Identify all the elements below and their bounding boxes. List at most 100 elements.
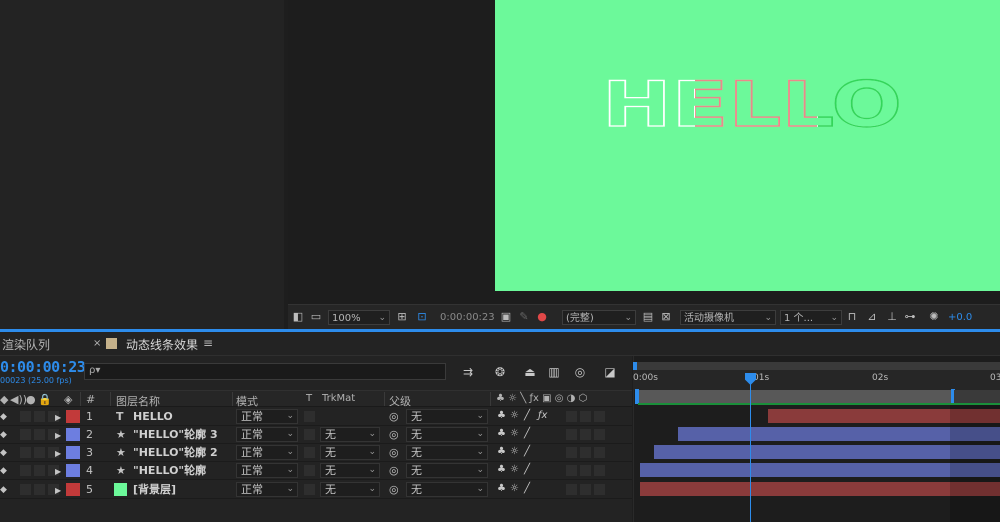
time-ruler[interactable] — [633, 370, 1000, 390]
collapse-switch-icon[interactable]: ☼ — [510, 483, 519, 494]
solo-toggle[interactable] — [34, 484, 45, 495]
pickwhip-icon[interactable]: ◎ — [389, 464, 399, 478]
work-area-bar[interactable] — [638, 390, 954, 403]
layer-bar-3[interactable] — [654, 445, 1000, 459]
reset-exposure-icon[interactable]: ⊥ — [886, 311, 898, 323]
layer-row[interactable]: ◆ ▶ 2 ★ "HELLO"轮廓 3 正常 ⌄ 无 ⌄ ◎ 无 ⌄ ♣ ☼ ╱ — [0, 426, 632, 444]
motion-blur-toggle[interactable] — [580, 447, 591, 458]
trkmat-dropdown[interactable]: 无 ⌄ — [320, 463, 380, 478]
expand-arrow-icon[interactable]: ▶ — [55, 465, 61, 479]
composition-canvas[interactable] — [495, 0, 1000, 291]
frame-blending-icon[interactable]: ▥ — [546, 365, 562, 379]
trkmat-dropdown[interactable]: 无 ⌄ — [320, 445, 380, 460]
tab-menu-icon[interactable]: ≡ — [203, 336, 213, 350]
adjustment-toggle[interactable] — [594, 429, 605, 440]
parent-dropdown[interactable]: 无 ⌄ — [406, 409, 488, 424]
preserve-transparency-toggle[interactable] — [304, 484, 315, 495]
toggle-pixel-aspect-icon[interactable]: ⊓ — [846, 311, 858, 323]
layer-color-label[interactable] — [66, 483, 80, 496]
shy-switch-icon[interactable]: ♣ — [497, 483, 506, 494]
layer-row[interactable]: ◆ ▶ 4 ★ "HELLO"轮廓 正常 ⌄ 无 ⌄ ◎ 无 ⌄ ♣ ☼ ╱ — [0, 462, 632, 480]
layer-name[interactable]: "HELLO"轮廓 — [133, 464, 206, 478]
expand-arrow-icon[interactable]: ▶ — [55, 429, 61, 443]
layer-bar-4[interactable] — [640, 463, 1000, 477]
adjustment-toggle[interactable] — [594, 465, 605, 476]
collapse-switch-icon[interactable]: ☼ — [510, 428, 519, 439]
layers-icon[interactable]: ◧ — [292, 311, 304, 323]
frame-blend-toggle[interactable] — [566, 429, 577, 440]
layer-row[interactable]: ◆ ▶ 1 T HELLO 正常 ⌄ ◎ 无 ⌄ ♣ ☼ ╱ ƒx — [0, 408, 632, 426]
visibility-eye-icon[interactable]: ◆ — [0, 483, 7, 497]
camera-dropdown[interactable]: 活动摄像机 ⌄ — [680, 310, 776, 325]
layer-color-label[interactable] — [66, 464, 80, 477]
layer-name[interactable]: "HELLO"轮廓 2 — [133, 446, 218, 460]
layer-search-input[interactable]: ρ▾ — [84, 363, 446, 380]
preserve-transparency-toggle[interactable] — [304, 429, 315, 440]
visibility-eye-icon[interactable]: ◆ — [0, 410, 7, 424]
adjustment-toggle[interactable] — [594, 484, 605, 495]
tab-composition[interactable]: 动态线条效果 — [126, 336, 198, 353]
show-snapshot-icon[interactable]: ✎ — [518, 311, 530, 323]
motion-blur-toggle[interactable] — [580, 411, 591, 422]
motion-blur-icon[interactable]: ◎ — [572, 365, 588, 379]
adjustment-toggle[interactable] — [594, 447, 605, 458]
motion-blur-toggle[interactable] — [580, 484, 591, 495]
grid-guides-icon[interactable]: ⊠ — [660, 311, 672, 323]
collapse-switch-icon[interactable]: ☼ — [510, 446, 519, 457]
resolution-dropdown[interactable]: (完整) ⌄ — [562, 310, 636, 325]
current-time-display[interactable]: 0:00:00:23 — [440, 310, 495, 325]
solo-toggle[interactable] — [34, 465, 45, 476]
audio-toggle[interactable] — [20, 411, 31, 422]
frame-blend-toggle[interactable] — [566, 411, 577, 422]
shy-switch-icon[interactable]: ♣ — [497, 428, 506, 439]
column-layer-name[interactable]: 图层名称 — [116, 393, 160, 409]
solo-toggle[interactable] — [34, 411, 45, 422]
exposure-value[interactable]: +0.0 — [948, 310, 972, 325]
tab-render-queue[interactable]: 渲染队列 — [2, 336, 50, 353]
layer-color-label[interactable] — [66, 410, 80, 423]
layer-color-label[interactable] — [66, 428, 80, 441]
mode-dropdown[interactable]: 正常 ⌄ — [236, 409, 298, 424]
pickwhip-icon[interactable]: ◎ — [389, 446, 399, 460]
tab-close-icon[interactable]: × — [93, 338, 101, 349]
solo-toggle[interactable] — [34, 429, 45, 440]
frame-blend-toggle[interactable] — [566, 447, 577, 458]
timeline-timecode[interactable]: 0:00:00:23 — [0, 358, 86, 376]
shy-switch-icon[interactable]: ♣ — [497, 464, 506, 475]
layer-row[interactable]: ◆ ▶ 3 ★ "HELLO"轮廓 2 正常 ⌄ 无 ⌄ ◎ 无 ⌄ ♣ ☼ ╱ — [0, 444, 632, 462]
trkmat-dropdown[interactable]: 无 ⌄ — [320, 427, 380, 442]
shy-layers-icon[interactable]: ⏏ — [522, 365, 538, 379]
quality-switch-icon[interactable]: ╱ — [524, 446, 530, 457]
audio-toggle[interactable] — [20, 484, 31, 495]
pickwhip-icon[interactable]: ◎ — [389, 483, 399, 497]
motion-blur-toggle[interactable] — [580, 465, 591, 476]
views-dropdown[interactable]: 1 个... ⌄ — [780, 310, 842, 325]
timeline-panel-icon[interactable]: ⊿ — [866, 311, 878, 323]
preserve-transparency-toggle[interactable] — [304, 465, 315, 476]
pickwhip-icon[interactable]: ◎ — [389, 428, 399, 442]
work-area-start-handle[interactable] — [635, 389, 639, 404]
visibility-eye-icon[interactable]: ◆ — [0, 464, 7, 478]
parent-dropdown[interactable]: 无 ⌄ — [406, 427, 488, 442]
navigator-start-handle[interactable] — [633, 362, 637, 370]
transparency-grid-icon[interactable]: ⊡ — [416, 311, 428, 323]
pickwhip-icon[interactable]: ◎ — [389, 410, 399, 424]
solo-toggle[interactable] — [34, 447, 45, 458]
audio-toggle[interactable] — [20, 429, 31, 440]
parent-dropdown[interactable]: 无 ⌄ — [406, 445, 488, 460]
time-navigator[interactable] — [633, 362, 1000, 370]
shy-switch-icon[interactable]: ♣ — [497, 446, 506, 457]
shy-switch-icon[interactable]: ♣ — [497, 410, 506, 421]
layer-name[interactable]: HELLO — [133, 410, 173, 424]
mode-dropdown[interactable]: 正常 ⌄ — [236, 482, 298, 497]
layer-row[interactable]: ◆ ▶ 5 [背景层] 正常 ⌄ 无 ⌄ ◎ 无 ⌄ ♣ ☼ ╱ — [0, 481, 632, 499]
adjustment-toggle[interactable] — [594, 411, 605, 422]
fast-preview-icon[interactable]: ▤ — [642, 311, 654, 323]
mode-dropdown[interactable]: 正常 ⌄ — [236, 427, 298, 442]
quality-switch-icon[interactable]: ╱ — [524, 464, 530, 475]
quality-switch-icon[interactable]: ╱ — [524, 483, 530, 494]
layer-name[interactable]: [背景层] — [133, 483, 176, 497]
zoom-dropdown[interactable]: 100% ⌄ — [328, 310, 390, 325]
region-of-interest-icon[interactable]: ⊞ — [396, 311, 408, 323]
monitor-icon[interactable]: ▭ — [310, 311, 322, 323]
